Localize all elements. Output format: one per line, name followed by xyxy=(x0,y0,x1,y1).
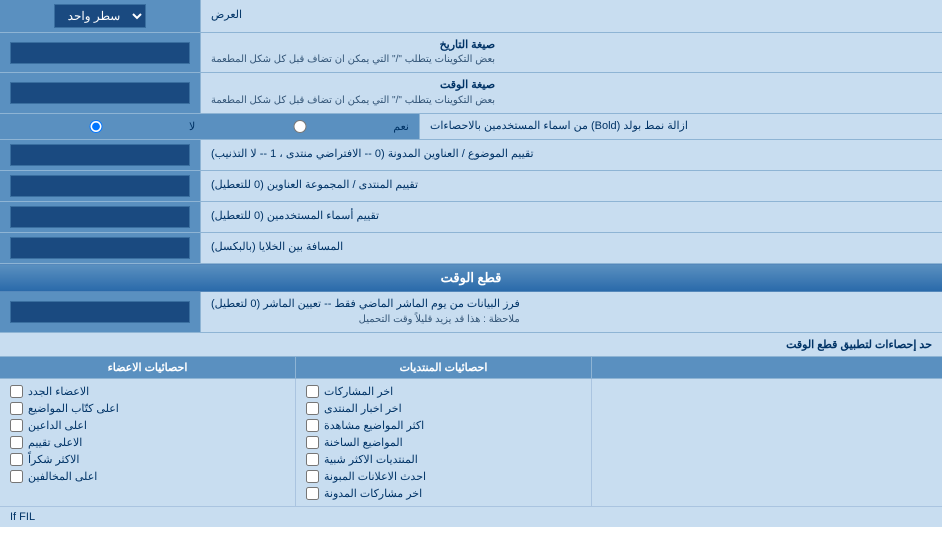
time-format-row: صيغة الوقت بعض التكوينات يتطلب "/" التي … xyxy=(0,73,942,113)
cb-label: اخر المشاركات xyxy=(324,385,393,398)
cutoff-filter-row: فرز البيانات من يوم الماشر الماضي فقط --… xyxy=(0,292,942,332)
bold-no-radio[interactable] xyxy=(6,120,186,133)
cb-col3-header xyxy=(591,357,942,378)
bottom-text: If FIL xyxy=(0,506,942,527)
date-format-input-cell: d-m xyxy=(0,33,200,72)
cb-label: الاكثر شكراً xyxy=(28,453,79,466)
date-format-input[interactable]: d-m xyxy=(10,42,190,64)
time-format-input-cell: H:i xyxy=(0,73,200,112)
cb-label: اخر مشاركات المدونة xyxy=(324,487,422,500)
cb-col2: اخر المشاركات اخر اخبار المنتدى اكثر الم… xyxy=(295,379,591,506)
cb-most-viewed[interactable] xyxy=(306,419,319,432)
cell-spacing-input[interactable]: 2 xyxy=(10,237,190,259)
cutoff-filter-input-cell: 0 xyxy=(0,292,200,331)
users-sort-input-cell: 0 xyxy=(0,202,200,232)
bold-remove-label: ازالة نمط بولد (Bold) من اسماء المستخدمي… xyxy=(419,114,942,139)
cb-body: اخر المشاركات اخر اخبار المنتدى اكثر الم… xyxy=(0,379,942,506)
cb-top-violators[interactable] xyxy=(10,470,23,483)
cb-item: اعلى المخالفين xyxy=(10,468,285,485)
cb-item: احدث الاعلانات المبونة xyxy=(306,468,581,485)
date-format-row: صيغة التاريخ بعض التكوينات يتطلب "/" الت… xyxy=(0,33,942,73)
date-format-label: صيغة التاريخ بعض التكوينات يتطلب "/" الت… xyxy=(200,33,942,72)
cb-item: المنتديات الاكثر شبية xyxy=(306,451,581,468)
display-select[interactable]: سطر واحد سطران ثلاثة أسطر xyxy=(54,4,146,28)
cb-header: احصائيات المنتديات احصائيات الاعضاء xyxy=(0,357,942,379)
cb-col2-header: احصائيات المنتديات xyxy=(295,357,591,378)
limit-stats-label: حد إحصاءات لتطبيق قطع الوقت xyxy=(0,333,942,356)
cb-col1-header: احصائيات الاعضاء xyxy=(0,357,295,378)
users-sort-label: تقييم أسماء المستخدمين (0 للتعطيل) xyxy=(200,202,942,232)
bold-no-label[interactable]: لا xyxy=(6,120,195,133)
topics-sort-input[interactable]: 33 xyxy=(10,144,190,166)
forum-sort-input-cell: 33 xyxy=(0,171,200,201)
cb-label: الاعضاء الجدد xyxy=(28,385,89,398)
cb-item: اخر مشاركات المدونة xyxy=(306,485,581,502)
topics-sort-row: تقييم الموضوع / العناوين المدونة (0 -- ا… xyxy=(0,140,942,171)
forum-sort-input[interactable]: 33 xyxy=(10,175,190,197)
limit-stats-row: حد إحصاءات لتطبيق قطع الوقت xyxy=(0,333,942,357)
cb-latest-ads[interactable] xyxy=(306,470,319,483)
cb-label: المواضيع الساخنة xyxy=(324,436,403,449)
cb-top-posters[interactable] xyxy=(10,402,23,415)
users-sort-input[interactable]: 0 xyxy=(10,206,190,228)
cutoff-section-title: قطع الوقت xyxy=(0,264,942,292)
display-input-cell: سطر واحد سطران ثلاثة أسطر xyxy=(0,0,200,32)
time-format-input[interactable]: H:i xyxy=(10,82,190,104)
cell-spacing-row: المسافة بين الخلايا (بالبكسل) 2 xyxy=(0,233,942,264)
cb-label: اعلى الداعين xyxy=(28,419,87,432)
cb-label: اكثر المواضيع مشاهدة xyxy=(324,419,424,432)
bold-remove-row: ازالة نمط بولد (Bold) من اسماء المستخدمي… xyxy=(0,114,942,140)
bottom-text-content: If FIL xyxy=(10,511,35,523)
cb-item: اعلى كتّاب المواضيع xyxy=(10,400,285,417)
display-label: العرض xyxy=(200,0,942,32)
cutoff-filter-label: فرز البيانات من يوم الماشر الماضي فقط --… xyxy=(200,292,942,331)
cb-col1: الاعضاء الجدد اعلى كتّاب المواضيع اعلى ا… xyxy=(0,379,295,506)
forum-sort-row: تقييم المنتدى / المجموعة العناوين (0 للت… xyxy=(0,171,942,202)
cell-spacing-input-cell: 2 xyxy=(0,233,200,263)
bold-remove-input-cell: نعم لا xyxy=(0,114,419,139)
time-format-label: صيغة الوقت بعض التكوينات يتطلب "/" التي … xyxy=(200,73,942,112)
cutoff-filter-input[interactable]: 0 xyxy=(10,301,190,323)
cb-item: اعلى الداعين xyxy=(10,417,285,434)
cb-most-thanked[interactable] xyxy=(10,453,23,466)
cb-top-inviters[interactable] xyxy=(10,419,23,432)
cb-item: اخر المشاركات xyxy=(306,383,581,400)
cb-popular-forums[interactable] xyxy=(306,453,319,466)
display-row: العرض سطر واحد سطران ثلاثة أسطر xyxy=(0,0,942,33)
cell-spacing-label: المسافة بين الخلايا (بالبكسل) xyxy=(200,233,942,263)
cb-label: اخر اخبار المنتدى xyxy=(324,402,402,415)
cb-label: اعلى المخالفين xyxy=(28,470,97,483)
cb-item: اخر اخبار المنتدى xyxy=(306,400,581,417)
forum-sort-label: تقييم المنتدى / المجموعة العناوين (0 للت… xyxy=(200,171,942,201)
cb-new-members[interactable] xyxy=(10,385,23,398)
cb-label: اعلى كتّاب المواضيع xyxy=(28,402,119,415)
cb-item: اكثر المواضيع مشاهدة xyxy=(306,417,581,434)
cb-label: المنتديات الاكثر شبية xyxy=(324,453,418,466)
bold-yes-label[interactable]: نعم xyxy=(210,120,409,133)
cb-blog-posts[interactable] xyxy=(306,487,319,500)
cb-item: المواضيع الساخنة xyxy=(306,434,581,451)
checkboxes-section: احصائيات المنتديات احصائيات الاعضاء اخر … xyxy=(0,357,942,506)
cb-item: الاعضاء الجدد xyxy=(10,383,285,400)
bold-yes-radio[interactable] xyxy=(210,120,390,133)
cb-top-rated[interactable] xyxy=(10,436,23,449)
cb-last-posts[interactable] xyxy=(306,385,319,398)
cb-label: احدث الاعلانات المبونة xyxy=(324,470,426,483)
cb-item: الاكثر شكراً xyxy=(10,451,285,468)
cb-item: الاعلى تقييم xyxy=(10,434,285,451)
users-sort-row: تقييم أسماء المستخدمين (0 للتعطيل) 0 xyxy=(0,202,942,233)
topics-sort-label: تقييم الموضوع / العناوين المدونة (0 -- ا… xyxy=(200,140,942,170)
cb-col3 xyxy=(591,379,942,506)
cb-last-news[interactable] xyxy=(306,402,319,415)
topics-sort-input-cell: 33 xyxy=(0,140,200,170)
main-container: العرض سطر واحد سطران ثلاثة أسطر صيغة الت… xyxy=(0,0,942,527)
cb-hot-topics[interactable] xyxy=(306,436,319,449)
cb-label: الاعلى تقييم xyxy=(28,436,82,449)
